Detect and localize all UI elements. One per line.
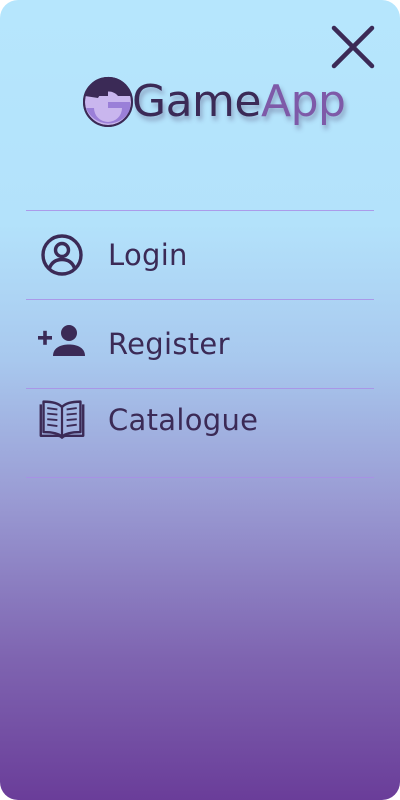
add-user-icon <box>38 325 85 356</box>
app-logo: GameApp <box>82 72 352 132</box>
menu-item-register[interactable]: Register <box>26 300 374 388</box>
menu-item-catalogue-label: Catalogue <box>108 403 259 437</box>
menu-item-login[interactable]: Login <box>26 211 374 299</box>
side-menu-screen: GameApp Login Register Catalogue <box>0 0 400 800</box>
menu-divider <box>26 477 374 478</box>
menu-item-login-label: Login <box>108 238 188 272</box>
menu-item-register-label: Register <box>108 327 230 361</box>
logo-text: GameApp <box>132 74 346 130</box>
menu-item-catalogue[interactable]: Catalogue <box>26 389 374 477</box>
logo-g-icon <box>83 76 133 127</box>
user-circle-icon <box>41 234 83 276</box>
logo-text-game: Game <box>132 76 262 127</box>
close-icon[interactable] <box>330 24 376 70</box>
nav-menu: Login Register Catalogue <box>26 210 374 478</box>
logo-text-app: App <box>261 76 346 127</box>
open-book-icon <box>39 400 85 439</box>
